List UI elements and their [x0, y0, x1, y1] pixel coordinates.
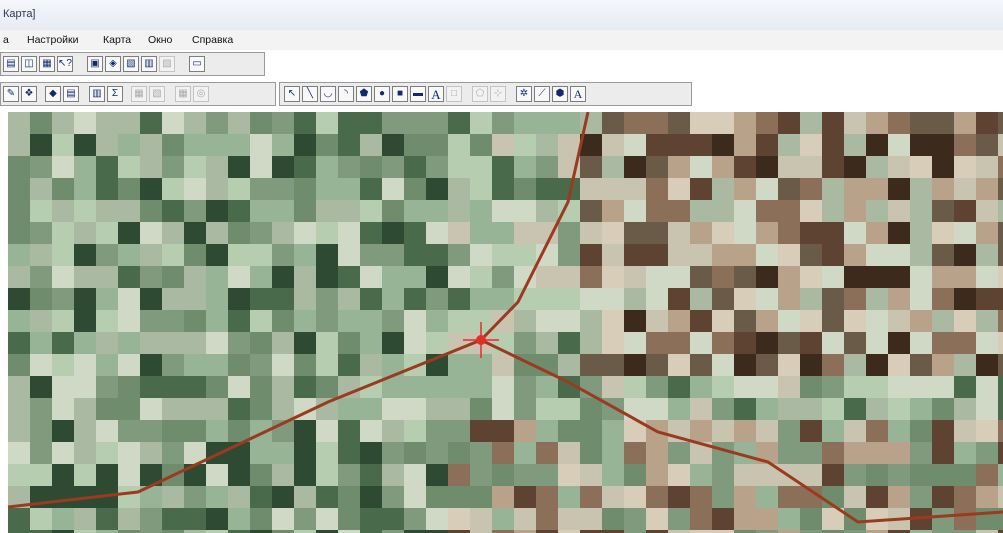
- text-tool-icon[interactable]: A: [428, 86, 444, 102]
- vector-overlay: [8, 112, 1003, 524]
- target-icon[interactable]: ◎: [193, 86, 209, 102]
- open-file-icon[interactable]: ▤: [3, 56, 19, 72]
- layout-window-icon[interactable]: ▧: [123, 56, 139, 72]
- boundary-line-north: [479, 112, 590, 342]
- add-node-icon[interactable]: ⊹: [490, 86, 506, 102]
- boundary-line-southeast: [480, 338, 1003, 524]
- menu-item-settings[interactable]: Настройки: [27, 34, 79, 46]
- chart-icon[interactable]: ▥: [141, 56, 157, 72]
- window-layout-icon[interactable]: ◫: [21, 56, 37, 72]
- new-layer-icon[interactable]: ✎: [3, 86, 19, 102]
- browse-table-icon[interactable]: ▤: [63, 86, 79, 102]
- arc-tool-icon[interactable]: ◝: [338, 86, 354, 102]
- region-style-icon[interactable]: ⬢: [552, 86, 568, 102]
- menu-item-window[interactable]: Окно: [148, 34, 172, 46]
- select-table-icon[interactable]: ▦: [131, 86, 147, 102]
- window-title: Карта]: [3, 8, 36, 20]
- layer-control-icon[interactable]: ❖: [21, 86, 37, 102]
- select-arrow-icon[interactable]: ↖: [284, 86, 300, 102]
- ellipse-tool-icon[interactable]: ●: [374, 86, 390, 102]
- title-bar: Карта]: [0, 0, 1003, 31]
- statistics-icon[interactable]: ▥: [89, 86, 105, 102]
- paint-bucket-icon[interactable]: ◈: [105, 56, 121, 72]
- legend-icon[interactable]: ▨: [159, 56, 175, 72]
- line-tool-icon[interactable]: ╲: [302, 86, 318, 102]
- line-style-icon[interactable]: ⟋: [534, 86, 550, 102]
- symbol-style-icon[interactable]: ✲: [516, 86, 532, 102]
- menu-item-help[interactable]: Справка: [192, 34, 233, 46]
- toolbar-standard: ▤ ◫ ▦ ↖? ▣ ◈ ▧ ▥ ▨ ▭: [0, 52, 265, 76]
- reshape-icon[interactable]: ⬠: [472, 86, 488, 102]
- text-style-icon[interactable]: A: [570, 86, 586, 102]
- table-view-icon[interactable]: ▦: [39, 56, 55, 72]
- left-margin: [0, 112, 8, 533]
- menu-item-file[interactable]: а: [3, 34, 9, 46]
- polygon-tool-icon[interactable]: ⬟: [356, 86, 372, 102]
- toolbar-drawing: ↖ ╲ ◡ ◝ ⬟ ● ■ ▬ A □ ⬠ ⊹ ✲ ⟋ ⬢ A: [279, 82, 692, 106]
- map-window[interactable]: [8, 112, 1003, 533]
- help-cursor-icon[interactable]: ↖?: [57, 56, 73, 72]
- polyline-tool-icon[interactable]: ◡: [320, 86, 336, 102]
- menu-item-map[interactable]: Карта: [103, 34, 131, 46]
- query-icon[interactable]: ▧: [149, 86, 165, 102]
- sigma-icon[interactable]: Σ: [107, 86, 123, 102]
- map-window-icon[interactable]: ▭: [189, 56, 205, 72]
- boundary-line-west: [8, 338, 482, 509]
- toolbar-objects: ✎ ❖ ◆ ▤ ▥ Σ ▦ ▧ ▦ ◎: [0, 82, 276, 106]
- frame-tool-icon[interactable]: □: [446, 86, 462, 102]
- rectangle-tool-icon[interactable]: ■: [392, 86, 408, 102]
- menu-bar: а Настройки Карта Окно Справка: [0, 30, 1003, 50]
- paint-layer-icon[interactable]: ◆: [45, 86, 61, 102]
- layer-view-icon[interactable]: ▣: [87, 56, 103, 72]
- rounded-rect-tool-icon[interactable]: ▬: [410, 86, 426, 102]
- grid-icon[interactable]: ▦: [175, 86, 191, 102]
